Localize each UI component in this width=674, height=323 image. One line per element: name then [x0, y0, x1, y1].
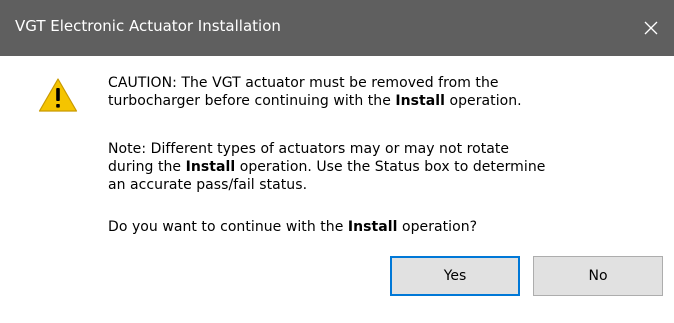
warning-icon	[38, 78, 78, 112]
question-message: Do you want to continue with the Install…	[108, 218, 477, 236]
note-line-2: during the Install operation. Use the St…	[108, 158, 545, 176]
note-line-3: an accurate pass/fail status.	[108, 177, 308, 193]
window-title: VGT Electronic Actuator Installation	[15, 17, 281, 35]
question-text: Do you want to continue with the	[108, 219, 348, 235]
note-line-1: Note: Different types of actuators may o…	[108, 141, 510, 157]
note-line-2-text: during the	[108, 159, 186, 175]
note-line-2-end: operation. Use the Status box to determi…	[235, 159, 546, 175]
title-bar[interactable]: VGT Electronic Actuator Installation	[0, 0, 674, 56]
caution-line-1: CAUTION: The VGT actuator must be remove…	[108, 75, 499, 91]
close-button[interactable]	[628, 0, 674, 56]
note-install-keyword: Install	[185, 159, 236, 175]
question-text-end: operation?	[397, 219, 478, 235]
caution-line-2: turbocharger before continuing with the …	[108, 92, 522, 110]
dialog-window: VGT Electronic Actuator Installation CAU…	[0, 0, 674, 323]
caution-line-2-end: operation.	[445, 93, 522, 109]
caution-line-2-text: turbocharger before continuing with the	[108, 93, 396, 109]
no-button[interactable]: No	[533, 256, 663, 296]
dialog-content: CAUTION: The VGT actuator must be remove…	[0, 56, 674, 323]
close-icon	[644, 21, 658, 35]
caution-install-keyword: Install	[395, 93, 445, 109]
caution-message: CAUTION: The VGT actuator must be remove…	[108, 74, 522, 110]
yes-button[interactable]: Yes	[390, 256, 520, 296]
note-message: Note: Different types of actuators may o…	[108, 140, 545, 194]
question-install-keyword: Install	[347, 219, 398, 235]
